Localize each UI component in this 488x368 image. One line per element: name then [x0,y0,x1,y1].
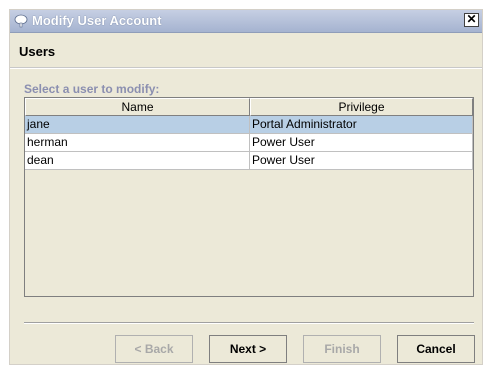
footer-divider [24,322,474,324]
table-row[interactable]: jane Portal Administrator [25,116,473,134]
table-body: jane Portal Administrator herman Power U… [25,116,473,170]
page-title: Users [19,44,56,59]
instruction-label: Select a user to modify: [24,82,160,96]
title-bar[interactable]: Modify User Account ✕ [10,10,482,33]
column-header-privilege[interactable]: Privilege [250,98,473,116]
table-row[interactable]: herman Power User [25,134,473,152]
cell-name: herman [25,134,250,152]
close-icon: ✕ [466,12,477,26]
table-row[interactable]: dean Power User [25,152,473,170]
app-icon [14,14,28,28]
window-title: Modify User Account [32,13,162,28]
cell-privilege: Power User [250,134,473,152]
table-header: Name Privilege [25,98,473,116]
finish-button[interactable]: Finish [303,335,381,363]
cell-privilege: Portal Administrator [250,116,473,134]
cancel-button[interactable]: Cancel [397,335,475,363]
back-button[interactable]: < Back [115,335,193,363]
header-divider [10,67,482,69]
close-button[interactable]: ✕ [464,13,479,27]
next-button[interactable]: Next > [209,335,287,363]
users-table[interactable]: Name Privilege jane Portal Administrator… [24,97,474,297]
column-header-name[interactable]: Name [25,98,250,116]
cell-privilege: Power User [250,152,473,170]
modify-user-dialog: Modify User Account ✕ Users Select a use… [9,9,483,365]
cell-name: dean [25,152,250,170]
cell-name: jane [25,116,250,134]
